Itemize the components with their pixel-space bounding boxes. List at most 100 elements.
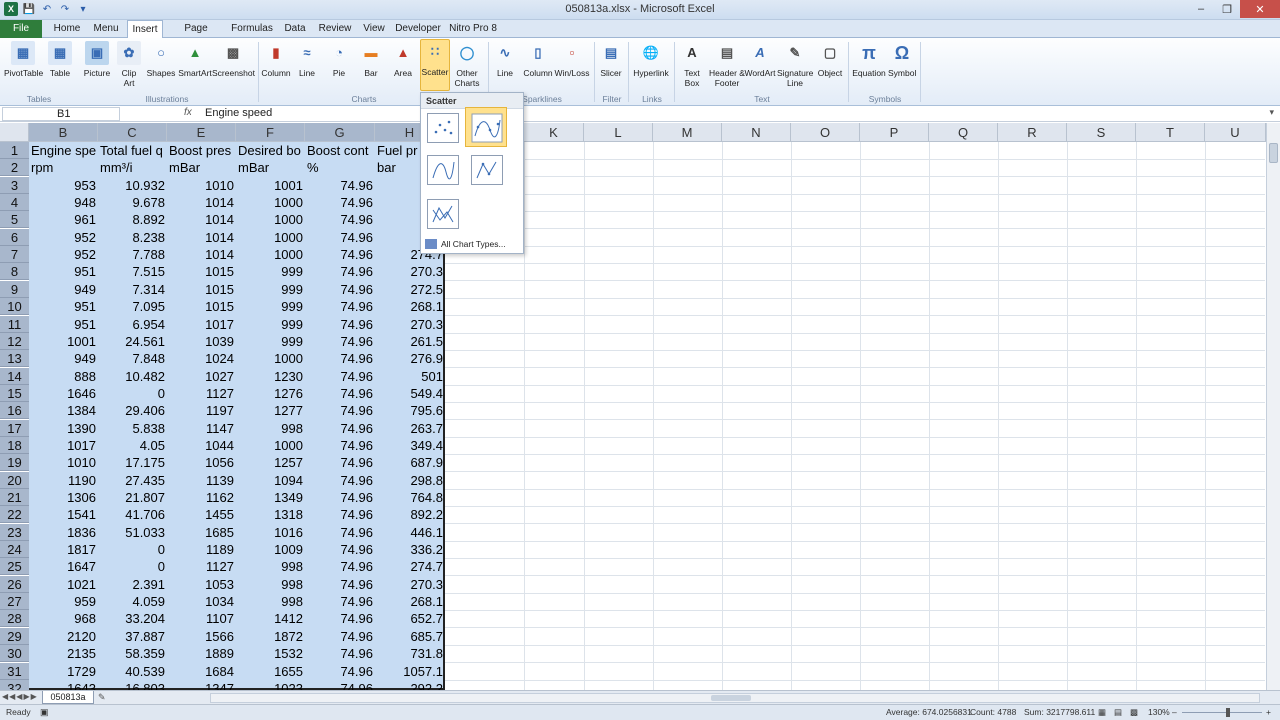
data-cell[interactable]: 74.96 — [307, 316, 373, 333]
data-cell[interactable]: 952 — [31, 246, 96, 263]
sparkline-winloss-button[interactable]: ▫ Win/Loss — [554, 41, 590, 78]
other-charts-button[interactable]: ◯ Other Charts — [452, 41, 482, 88]
smartart-button[interactable]: ▲ SmartArt — [178, 41, 212, 78]
row-header[interactable]: 4 — [0, 194, 29, 212]
data-cell[interactable]: 1000 — [238, 194, 303, 211]
signature-line-button[interactable]: ✎ Signature Line — [776, 41, 814, 88]
row-header[interactable]: 29 — [0, 627, 29, 645]
vertical-scroll-thumb[interactable] — [1269, 143, 1278, 163]
slicer-button[interactable]: ▤ Slicer — [598, 41, 624, 78]
data-cell[interactable]: 1039 — [169, 333, 234, 350]
data-cell[interactable]: 1044 — [169, 437, 234, 454]
horizontal-scroll-thumb[interactable] — [711, 695, 751, 701]
tab-nitro-pro[interactable]: Nitro Pro 8 — [448, 20, 498, 38]
data-cell[interactable]: 4.059 — [100, 593, 165, 610]
data-cell[interactable]: 276.9 — [377, 350, 443, 367]
data-cell[interactable]: 1015 — [169, 298, 234, 315]
col-header-M[interactable]: M — [653, 123, 722, 142]
all-chart-types-link[interactable]: All Chart Types... — [425, 239, 506, 249]
data-cell[interactable]: 272.5 — [377, 281, 443, 298]
row-header[interactable]: 16 — [0, 402, 29, 420]
picture-button[interactable]: ▣ Picture — [82, 41, 112, 78]
data-cell[interactable]: 1015 — [169, 281, 234, 298]
data-cell[interactable]: 1817 — [31, 541, 96, 558]
data-cell[interactable]: 1010 — [169, 177, 234, 194]
data-cell[interactable]: 7.095 — [100, 298, 165, 315]
data-cell[interactable]: 4.05 — [100, 437, 165, 454]
data-cell[interactable]: 951 — [31, 263, 96, 280]
data-cell[interactable]: 948 — [31, 194, 96, 211]
col-header-T[interactable]: T — [1136, 123, 1205, 142]
data-cell[interactable]: 1139 — [169, 472, 234, 489]
unit-cell[interactable]: mBar — [238, 159, 303, 176]
data-cell[interactable]: 501 — [377, 368, 443, 385]
data-cell[interactable]: 349.4 — [377, 437, 443, 454]
col-header-C[interactable]: C — [98, 123, 167, 142]
data-cell[interactable]: 74.96 — [307, 211, 373, 228]
data-cell[interactable]: 1306 — [31, 489, 96, 506]
data-cell[interactable]: 1014 — [169, 194, 234, 211]
scatter-smooth-markers-option[interactable] — [465, 107, 507, 147]
data-cell[interactable]: 41.706 — [100, 506, 165, 523]
data-cell[interactable]: 1053 — [169, 576, 234, 593]
scatter-markers-option[interactable] — [427, 113, 459, 143]
data-cell[interactable]: 74.96 — [307, 628, 373, 645]
equation-button[interactable]: π Equation — [852, 41, 886, 78]
data-cell[interactable]: 1094 — [238, 472, 303, 489]
data-cell[interactable]: 999 — [238, 298, 303, 315]
data-cell[interactable]: 74.96 — [307, 506, 373, 523]
data-cell[interactable]: 1000 — [238, 229, 303, 246]
hyperlink-button[interactable]: 🌐 Hyperlink — [632, 41, 670, 78]
zoom-out-icon[interactable]: – — [1172, 705, 1177, 720]
data-cell[interactable]: 1277 — [238, 402, 303, 419]
data-cell[interactable]: 74.96 — [307, 558, 373, 575]
shapes-button[interactable]: ○ Shapes — [146, 41, 176, 78]
data-cell[interactable]: 998 — [238, 420, 303, 437]
table-button[interactable]: ▦ Table — [46, 41, 74, 78]
data-cell[interactable]: 74.96 — [307, 402, 373, 419]
data-cell[interactable]: 74.96 — [307, 177, 373, 194]
data-cell[interactable]: 1412 — [238, 610, 303, 627]
sheet-tab-050813a[interactable]: 050813a — [42, 691, 94, 704]
data-cell[interactable]: 1532 — [238, 645, 303, 662]
tab-developer[interactable]: Developer — [394, 20, 442, 38]
data-cell[interactable]: 74.96 — [307, 246, 373, 263]
data-cell[interactable]: 1015 — [169, 263, 234, 280]
row-header[interactable]: 15 — [0, 384, 29, 402]
data-cell[interactable]: 74.96 — [307, 645, 373, 662]
data-cell[interactable]: 685.7 — [377, 628, 443, 645]
data-cell[interactable]: 1000 — [238, 211, 303, 228]
data-cell[interactable]: 1056 — [169, 454, 234, 471]
row-header[interactable]: 13 — [0, 350, 29, 368]
data-cell[interactable]: 999 — [238, 281, 303, 298]
data-cell[interactable]: 74.96 — [307, 663, 373, 680]
row-header[interactable]: 3 — [0, 176, 29, 194]
data-cell[interactable]: 1349 — [238, 489, 303, 506]
name-box[interactable]: B1 — [2, 107, 120, 121]
data-cell[interactable]: 6.954 — [100, 316, 165, 333]
data-cell[interactable]: 270.3 — [377, 316, 443, 333]
row-header[interactable]: 14 — [0, 367, 29, 385]
data-cell[interactable]: 687.9 — [377, 454, 443, 471]
data-cell[interactable]: 1647 — [31, 558, 96, 575]
data-cell[interactable]: 58.359 — [100, 645, 165, 662]
row-header[interactable]: 5 — [0, 211, 29, 229]
header-cell[interactable]: Engine spe — [31, 142, 96, 159]
data-cell[interactable]: 74.96 — [307, 437, 373, 454]
unit-cell[interactable]: % — [307, 159, 373, 176]
data-cell[interactable]: 999 — [238, 263, 303, 280]
fx-icon[interactable]: fx — [184, 107, 192, 118]
header-cell[interactable]: Boost pres — [169, 142, 234, 159]
zoom-slider[interactable] — [1182, 712, 1262, 713]
data-cell[interactable]: 1541 — [31, 506, 96, 523]
data-cell[interactable]: 1189 — [169, 541, 234, 558]
data-cell[interactable]: 74.96 — [307, 472, 373, 489]
data-cell[interactable]: 40.539 — [100, 663, 165, 680]
data-cell[interactable]: 2120 — [31, 628, 96, 645]
data-cell[interactable]: 27.435 — [100, 472, 165, 489]
page-break-view-icon[interactable]: ▩ — [1130, 705, 1138, 720]
expand-formula-icon[interactable]: ▾ — [1269, 107, 1274, 118]
data-cell[interactable]: 968 — [31, 610, 96, 627]
bar-chart-button[interactable]: ▬ Bar — [358, 41, 384, 78]
data-cell[interactable]: 446.1 — [377, 524, 443, 541]
